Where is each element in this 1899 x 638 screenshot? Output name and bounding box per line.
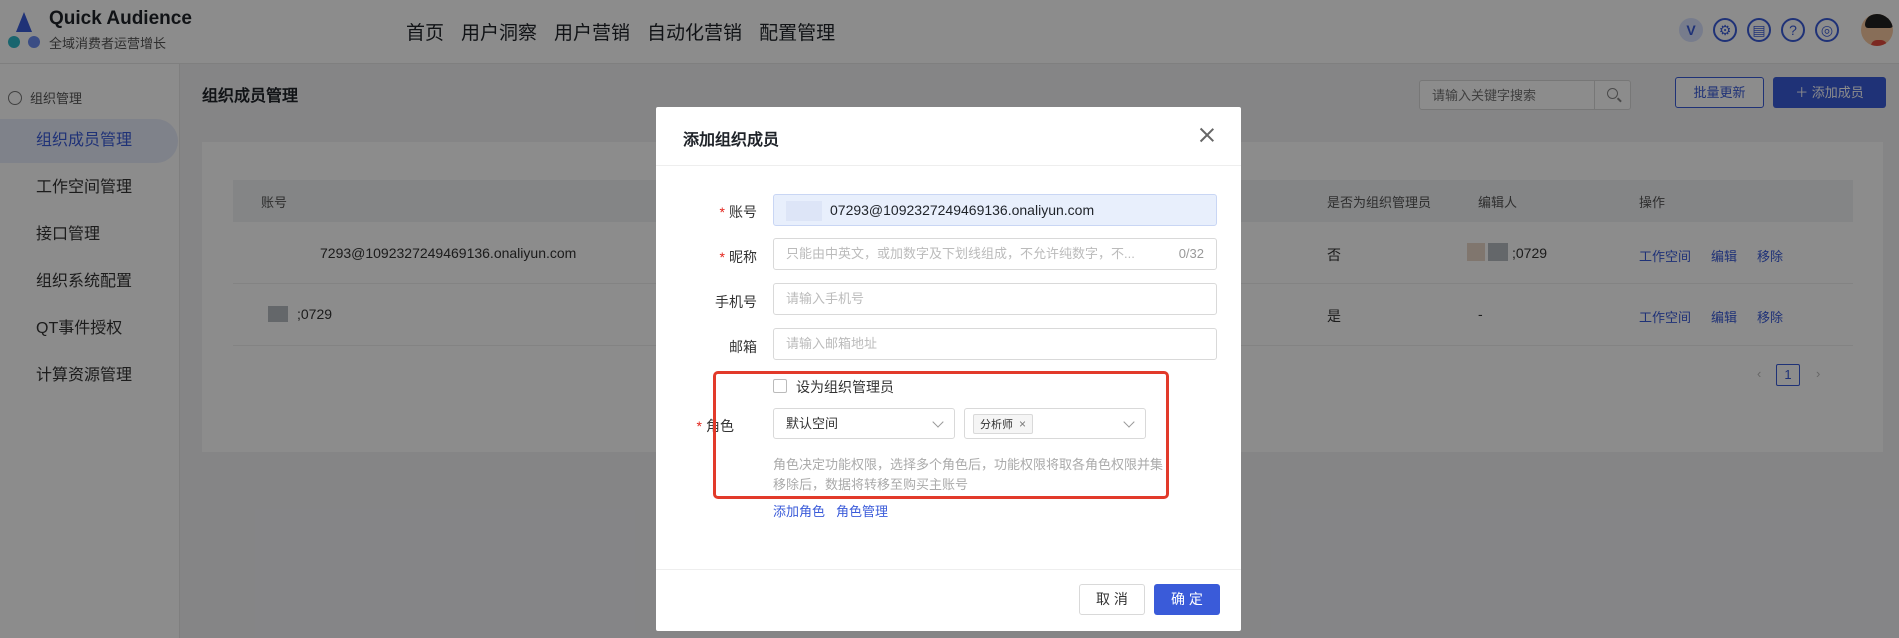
required-mark: * [719,204,725,220]
nickname-placeholder: 只能由中英文，或加数字及下划线组成，不允许纯数字，不... [786,246,1135,261]
redacted-block [786,201,822,222]
email-placeholder: 请输入邮箱地址 [786,336,878,351]
account-field[interactable]: 07293@1092327249469136.onaliyun.com [773,194,1217,226]
highlight-annotation [713,371,1169,499]
cancel-button[interactable]: 取 消 [1079,584,1145,615]
nickname-label: * 昵称 [719,249,757,265]
add-member-dialog: 添加组织成员 * 账号 07293@1092327249469136.onaliy… [656,107,1241,631]
email-label: 邮箱 [729,339,757,355]
account-value: 07293@1092327249469136.onaliyun.com [830,202,1095,218]
dialog-header-divider [656,165,1241,166]
required-mark: * [696,418,702,434]
required-mark: * [719,249,725,265]
phone-label: 手机号 [715,294,757,310]
dialog-footer-divider [656,569,1241,570]
dialog-title: 添加组织成员 [683,132,780,149]
account-label: * 账号 [719,204,757,220]
phone-field[interactable]: 请输入手机号 [773,283,1217,315]
confirm-button[interactable]: 确 定 [1154,584,1220,615]
role-management-link[interactable]: 角色管理 [836,501,888,520]
phone-placeholder: 请输入手机号 [786,291,865,306]
add-role-link[interactable]: 添加角色 [773,501,825,520]
email-field[interactable]: 请输入邮箱地址 [773,328,1217,360]
close-icon[interactable] [1197,125,1217,145]
nickname-field[interactable]: 只能由中英文，或加数字及下划线组成，不允许纯数字，不... 0/32 [773,238,1217,270]
nickname-char-count: 0/32 [1178,246,1204,261]
